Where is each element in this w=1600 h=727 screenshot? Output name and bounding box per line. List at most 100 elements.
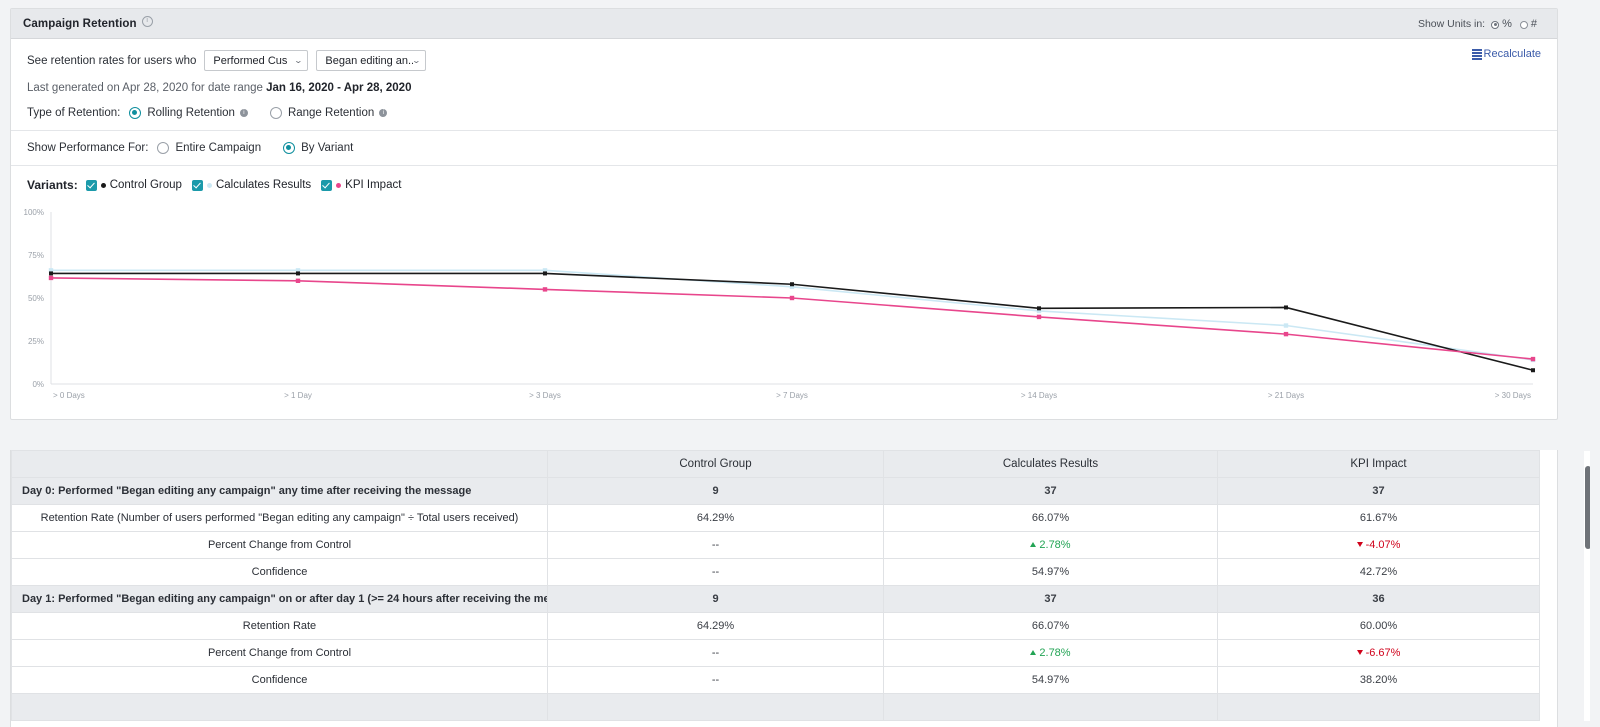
triangle-down-icon (1356, 542, 1363, 547)
svg-text:> 0 Days: > 0 Days (53, 391, 85, 400)
table-cell: 37 (883, 477, 1218, 505)
retention-type-label: Type of Retention: (27, 107, 121, 119)
campaign-retention-panel: Campaign Retention i Show Units in: % # … (10, 8, 1558, 420)
show-performance-row: Show Performance For: Entire Campaign By… (11, 131, 1557, 165)
radio-entire-campaign[interactable]: Entire Campaign (157, 142, 261, 154)
table-row-label: Percent Change from Control (11, 639, 548, 667)
recalculate-icon (1471, 49, 1482, 60)
filter-label: See retention rates for users who (27, 54, 197, 67)
table-row: Confidence -- 54.97% 42.72% (11, 558, 1540, 586)
triangle-up-icon (1030, 542, 1037, 547)
table-body: Day 0: Performed "Began editing any camp… (11, 477, 1540, 721)
range-retention-label: Range Retention (287, 107, 375, 119)
recalculate-label: Recalculate (1483, 48, 1541, 60)
svg-text:> 7 Days: > 7 Days (776, 391, 808, 400)
table-header-calculates-results: Calculates Results (883, 450, 1218, 478)
variant-toggle-calculates-results[interactable]: Calculates Results (191, 179, 311, 191)
variant-color-dot (100, 182, 106, 188)
retention-table-container[interactable]: Control Group Calculates Results KPI Imp… (10, 450, 1558, 727)
table-cell: 9 (547, 477, 884, 505)
variant-checkbox[interactable] (191, 179, 203, 191)
filter-row: See retention rates for users who Perfor… (27, 50, 1541, 71)
table-row-label: Percent Change from Control (11, 531, 548, 559)
table-cell: 66.07% (883, 504, 1218, 532)
table-cell (883, 693, 1218, 721)
variant-checkbox[interactable] (321, 179, 333, 191)
title-info-icon[interactable]: i (141, 16, 153, 27)
table-cell: 61.67% (1217, 504, 1540, 532)
table-header-row: Control Group Calculates Results KPI Imp… (11, 450, 1540, 478)
table-row-label: Day 0: Performed "Began editing any camp… (11, 477, 548, 505)
entire-campaign-label: Entire Campaign (175, 142, 262, 154)
table-cell: 36 (1217, 585, 1540, 613)
table-row-label: Retention Rate (11, 612, 548, 640)
retention-chart-svg: 100% 75% 50% 25% 0% > 0 Days > 1 Day > 3 Days > … (24, 208, 1536, 400)
last-generated-range: Jan 16, 2020 - Apr 28, 2020 (266, 82, 412, 94)
variant-checkbox[interactable] (85, 179, 97, 191)
svg-text:25%: 25% (28, 337, 44, 346)
table-header-blank (11, 450, 548, 478)
chevron-down-icon: ⌄ (411, 56, 421, 65)
svg-text:50%: 50% (28, 294, 44, 303)
table-cell: 2.78% (883, 531, 1218, 559)
table-cell: -- (547, 531, 884, 559)
range-retention-info-icon[interactable]: i (379, 109, 388, 117)
variants-row: Variants: Control Group Calculates Resul… (11, 166, 1557, 198)
triangle-down-icon (1356, 650, 1363, 655)
table-cell: -- (547, 558, 884, 586)
variant-toggle-control-group[interactable]: Control Group (85, 179, 182, 191)
table-group-row: Day 0: Performed "Began editing any camp… (11, 477, 1540, 505)
last-generated-prefix: Last generated on Apr 28, 2020 for date … (27, 82, 267, 94)
table-row-label: Retention Rate (Number of users performe… (11, 504, 548, 532)
svg-text:> 21 Days: > 21 Days (1268, 391, 1304, 400)
table-row-label: Confidence (11, 558, 548, 586)
by-variant-radio[interactable] (283, 142, 296, 154)
recalculate-button[interactable]: Recalculate (1471, 48, 1541, 60)
page-title: Campaign Retention (23, 17, 137, 30)
rolling-retention-info-icon[interactable]: i (239, 109, 248, 117)
table-cell (1217, 693, 1540, 721)
table-cell: 64.29% (547, 504, 884, 532)
range-retention-radio[interactable] (269, 107, 282, 119)
event-type-select[interactable]: Performed Custom E ⌄ (204, 50, 309, 71)
retention-chart: 100% 75% 50% 25% 0% > 0 Days > 1 Day > 3 Days > … (11, 198, 1557, 413)
variant-name: Control Group (109, 179, 182, 191)
table-cell: -6.67% (1217, 639, 1540, 667)
svg-text:> 1 Day: > 1 Day (284, 391, 312, 400)
entire-campaign-radio[interactable] (157, 142, 170, 154)
event-detail-select[interactable]: Began editing an... ⌄ (316, 50, 427, 71)
table-cell: 66.07% (883, 612, 1218, 640)
chevron-down-icon: ⌄ (293, 56, 303, 65)
radio-rolling-retention[interactable]: Rolling Retention i (129, 107, 248, 119)
table-cell: 37 (1217, 477, 1540, 505)
last-generated-text: Last generated on Apr 28, 2020 for date … (27, 82, 1541, 94)
table-cell: -4.07% (1217, 531, 1540, 559)
table-cell: 38.20% (1217, 666, 1540, 694)
show-performance-label: Show Performance For: (27, 142, 149, 154)
table-cell: 2.78% (883, 639, 1218, 667)
svg-text:75%: 75% (28, 251, 44, 260)
table-cell: 9 (547, 585, 884, 613)
campaign-retention-page: Campaign Retention i Show Units in: % # … (0, 0, 1600, 727)
variant-name: KPI Impact (345, 179, 402, 191)
table-group-row: Day 1: Performed "Began editing any camp… (11, 585, 1540, 613)
units-percent-label: % (1502, 17, 1512, 30)
table-row-label: Day 1: Performed "Began editing any camp… (11, 585, 548, 613)
by-variant-label: By Variant (301, 142, 354, 154)
svg-text:0%: 0% (32, 380, 44, 389)
page-right-margin (1590, 0, 1600, 727)
units-count-radio[interactable] (1519, 20, 1528, 29)
retention-table: Control Group Calculates Results KPI Imp… (11, 450, 1540, 721)
table-head: Control Group Calculates Results KPI Imp… (11, 450, 1540, 478)
table-row: Retention Rate (Number of users performe… (11, 504, 1540, 532)
variant-toggle-kpi-impact[interactable]: KPI Impact (321, 179, 401, 191)
radio-by-variant[interactable]: By Variant (283, 142, 353, 154)
units-percent-radio[interactable] (1491, 20, 1500, 29)
table-cell: 64.29% (547, 612, 884, 640)
svg-text:> 30 Days: > 30 Days (1495, 391, 1531, 400)
radio-range-retention[interactable]: Range Retention i (269, 107, 388, 119)
variants-label: Variants: (27, 178, 78, 192)
table-cell: -- (547, 639, 884, 667)
rolling-retention-radio[interactable] (129, 107, 142, 119)
table-header-control-group: Control Group (547, 450, 884, 478)
